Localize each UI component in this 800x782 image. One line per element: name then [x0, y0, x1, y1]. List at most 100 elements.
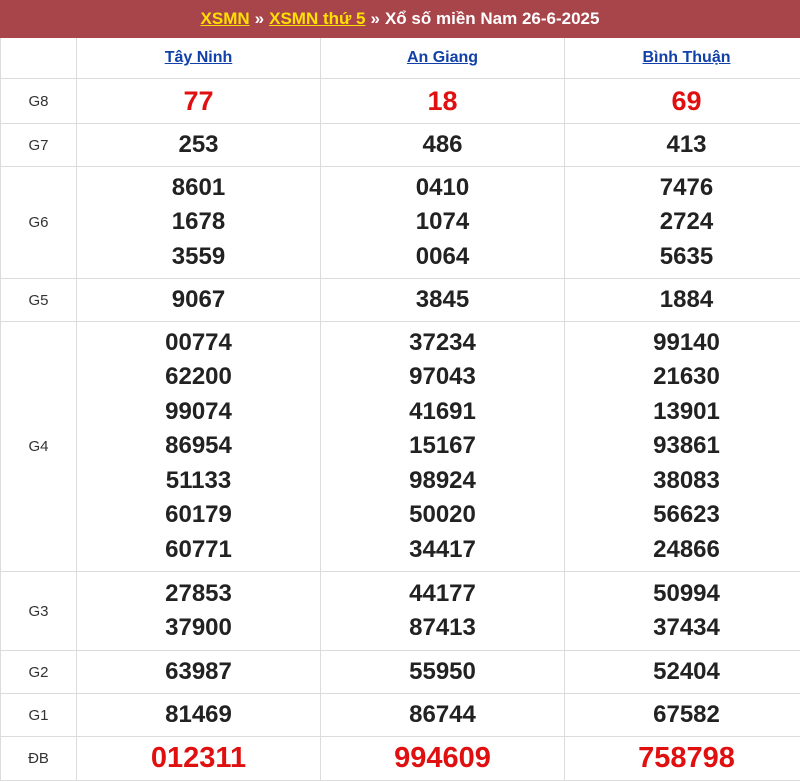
province-link-binh-thuan[interactable]: Bình Thuận	[643, 49, 731, 66]
prize-number: 3845	[415, 285, 470, 313]
breadcrumb-header: XSMN » XSMN thứ 5 » Xổ số miền Nam 26-6-…	[0, 0, 800, 38]
prize-cell: 44177 87413	[320, 571, 565, 651]
prize-number: 0064	[415, 242, 470, 270]
prize-label: G1	[0, 693, 77, 737]
prize-number: 97043	[409, 363, 476, 391]
prize-number: 44177	[409, 579, 476, 607]
prize-label: ĐB	[0, 736, 77, 781]
prize-number: 34417	[409, 535, 476, 563]
prize-number: 86744	[409, 700, 476, 728]
prize-cell: 63987	[76, 650, 321, 694]
corner-cell	[0, 38, 77, 79]
prize-number: 00774	[165, 328, 232, 356]
prize-number: 1074	[415, 208, 470, 236]
prize-row-g8: G8 77 18 69	[0, 78, 800, 124]
province-link-tay-ninh[interactable]: Tây Ninh	[165, 49, 233, 66]
prize-number: 012311	[150, 742, 247, 775]
prize-row-g3: G3 27853 37900 44177 87413 50994 37434	[0, 571, 800, 651]
prize-number: 994609	[394, 742, 491, 775]
prize-cell: 67582	[564, 693, 800, 737]
prize-cell: 77	[76, 78, 321, 124]
prize-number: 93861	[653, 432, 720, 460]
prize-number: 99140	[653, 328, 720, 356]
prize-cell: 486	[320, 123, 565, 167]
prize-number: 758798	[638, 742, 735, 775]
prize-cell: 18	[320, 78, 565, 124]
prize-row-g6: G6 8601 1678 3559 0410 1074 0064 7476 2724 5635	[0, 166, 800, 279]
prize-cell: 8601 1678 3559	[76, 166, 321, 279]
breadcrumb-separator: »	[370, 9, 380, 28]
prize-cell: 27853 37900	[76, 571, 321, 651]
breadcrumb-link-xsmn[interactable]: XSMN	[201, 9, 250, 29]
prize-cell: 994609	[320, 736, 565, 781]
results-table: Tây Ninh An Giang Bình Thuận G8 77 18 69 G7 2…	[0, 38, 800, 781]
prize-cell: 0410 1074 0064	[320, 166, 565, 279]
prize-number: 1678	[171, 208, 226, 236]
prize-number: 52404	[653, 657, 720, 685]
prize-cell: 55950	[320, 650, 565, 694]
province-link-an-giang[interactable]: An Giang	[407, 49, 478, 66]
province-header: An Giang	[320, 38, 565, 79]
prize-number: 56623	[653, 501, 720, 529]
prize-cell: 99140 21630 13901 93861 38083 56623 24866	[564, 321, 800, 572]
prize-number: 8601	[171, 173, 226, 201]
prize-rows: G8 77 18 69 G7 253 486 413 G6 8601 1678 3559 0410 107…	[0, 78, 800, 781]
prize-number: 486	[422, 130, 463, 158]
prize-number: 18	[427, 85, 458, 116]
prize-label: G7	[0, 123, 77, 167]
prize-cell: 1884	[564, 278, 800, 322]
prize-cell: 758798	[564, 736, 800, 781]
prize-number: 77	[183, 85, 214, 116]
prize-label: G2	[0, 650, 77, 694]
prize-label: G3	[0, 571, 77, 651]
prize-number: 37434	[653, 614, 720, 641]
prize-number: 62200	[165, 363, 232, 391]
prize-cell: 69	[564, 78, 800, 124]
prize-number: 9067	[171, 285, 226, 313]
prize-number: 38083	[653, 466, 720, 494]
prize-number: 24866	[653, 535, 720, 563]
prize-number: 7476	[659, 173, 714, 201]
prize-cell: 9067	[76, 278, 321, 322]
prize-label: G4	[0, 321, 77, 572]
prize-row-g7: G7 253 486 413	[0, 123, 800, 167]
prize-number: 41691	[409, 397, 476, 425]
prize-number: 60179	[165, 501, 232, 529]
prize-cell: 012311	[76, 736, 321, 781]
prize-cell: 413	[564, 123, 800, 167]
prize-number: 27853	[165, 579, 232, 607]
prize-number: 0410	[415, 173, 470, 201]
province-header: Bình Thuận	[564, 38, 800, 79]
prize-number: 13901	[653, 397, 720, 425]
prize-number: 1884	[659, 285, 714, 313]
prize-label: G6	[0, 166, 77, 279]
prize-cell: 37234 97043 41691 15167 98924 50020 34417	[320, 321, 565, 572]
prize-row-g2: G2 63987 55950 52404	[0, 650, 800, 694]
prize-number: 21630	[653, 363, 720, 391]
prize-cell: 253	[76, 123, 321, 167]
prize-cell: 7476 2724 5635	[564, 166, 800, 279]
prize-cell: 50994 37434	[564, 571, 800, 651]
province-header-row: Tây Ninh An Giang Bình Thuận	[0, 38, 800, 79]
breadcrumb-separator: »	[254, 9, 265, 28]
prize-row-g5: G5 9067 3845 1884	[0, 278, 800, 322]
prize-cell: 3845	[320, 278, 565, 322]
prize-number: 15167	[409, 432, 476, 460]
prize-label: G5	[0, 278, 77, 322]
prize-number: 37234	[409, 328, 476, 356]
prize-number: 3559	[171, 242, 226, 270]
prize-cell: 86744	[320, 693, 565, 737]
prize-number: 67582	[653, 700, 720, 728]
prize-number: 81469	[165, 700, 232, 728]
prize-number: 86954	[165, 432, 232, 460]
page-title: Xổ số miền Nam 26-6-2025	[384, 9, 600, 28]
prize-number: 253	[178, 130, 219, 158]
prize-number: 69	[671, 85, 702, 116]
prize-number: 2724	[659, 208, 714, 236]
breadcrumb-link-xsmn-thu5[interactable]: XSMN thứ 5	[269, 9, 365, 29]
prize-number: 60771	[165, 535, 232, 563]
prize-number: 87413	[409, 614, 476, 641]
prize-number: 5635	[659, 242, 714, 270]
prize-number: 99074	[165, 397, 232, 425]
prize-cell: 81469	[76, 693, 321, 737]
